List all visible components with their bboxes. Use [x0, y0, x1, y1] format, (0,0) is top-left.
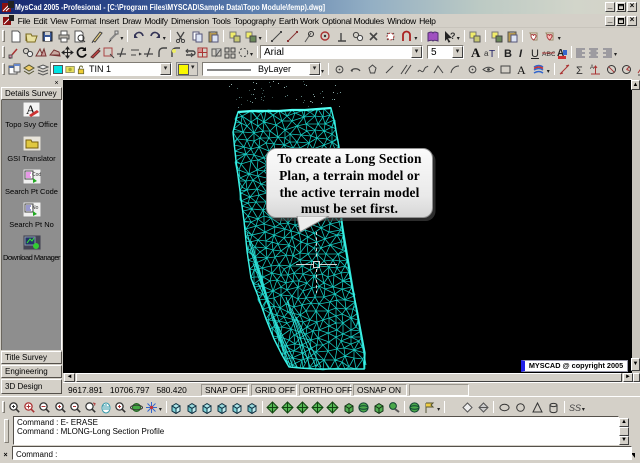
svg-text:B: B [504, 48, 512, 59]
svg-text:T: T [489, 49, 495, 59]
svg-text:Code: Code [32, 172, 41, 178]
svg-text:No: No [32, 205, 39, 211]
svg-text:A: A [590, 65, 594, 71]
svg-text:ABC: ABC [542, 50, 556, 57]
svg-text:I: I [519, 48, 523, 59]
svg-text:U: U [531, 48, 539, 59]
svg-text:?: ? [450, 31, 455, 41]
svg-text:Σ: Σ [576, 65, 583, 76]
svg-text:A: A [517, 63, 526, 76]
svg-text:A: A [471, 46, 481, 59]
svg-text:SS: SS [569, 403, 581, 413]
